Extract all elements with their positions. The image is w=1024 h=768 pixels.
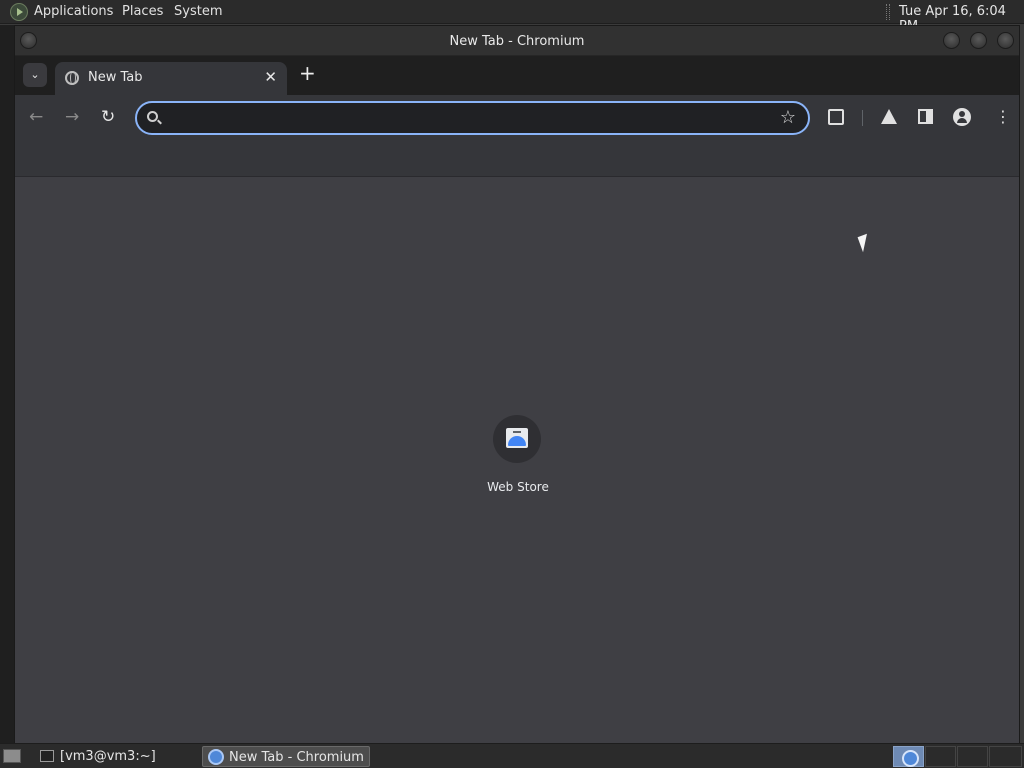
window-titlebar[interactable]: New Tab - Chromium	[15, 26, 1019, 56]
address-input[interactable]	[169, 107, 759, 129]
taskbar-item-label: New Tab - Chromium	[229, 750, 364, 765]
tab-new-tab[interactable]: New Tab ✕	[55, 62, 287, 95]
reload-button[interactable]: ↻	[101, 107, 115, 127]
bottom-taskbar: [vm3@vm3:~] New Tab - Chromium	[0, 743, 1024, 768]
tab-close-button[interactable]: ✕	[264, 68, 277, 86]
side-panel-icon[interactable]	[918, 109, 933, 124]
applications-logo-icon[interactable]	[10, 3, 28, 21]
forward-button[interactable]: →	[65, 107, 79, 127]
new-tab-button[interactable]: +	[299, 61, 316, 85]
chromium-icon	[208, 749, 224, 765]
address-bar[interactable]: ☆	[135, 101, 810, 135]
back-button[interactable]: ←	[29, 107, 43, 127]
new-tab-page: Web Store	[15, 177, 1019, 744]
tab-search-button[interactable]: ⌄	[23, 63, 47, 87]
workspace-2[interactable]	[925, 746, 956, 767]
web-store-icon	[506, 428, 528, 448]
bookmarks-bar	[15, 141, 1019, 177]
system-menu[interactable]: System	[174, 4, 222, 19]
profile-avatar-icon[interactable]	[953, 108, 971, 126]
shortcut-tile[interactable]	[493, 415, 541, 463]
workspace-3[interactable]	[957, 746, 988, 767]
taskbar-item-label: [vm3@vm3:~]	[60, 749, 156, 764]
toolbar-divider	[862, 110, 863, 126]
show-desktop-icon[interactable]	[3, 749, 21, 763]
window-title: New Tab - Chromium	[449, 34, 585, 49]
globe-icon	[65, 71, 79, 85]
tab-strip: ⌄ New Tab ✕ +	[15, 56, 1019, 95]
bookmark-star-icon[interactable]: ☆	[780, 107, 796, 128]
more-menu-icon[interactable]: ⋮	[995, 107, 1011, 126]
desktop-edge	[0, 25, 14, 743]
workspace-1[interactable]	[893, 746, 924, 767]
shortcut-label: Web Store	[487, 480, 549, 494]
taskbar-item-terminal[interactable]: [vm3@vm3:~]	[34, 746, 194, 767]
labs-flask-icon[interactable]	[881, 109, 897, 124]
panel-handle-icon	[886, 4, 890, 20]
browser-window: New Tab - Chromium ⌄ New Tab ✕ + ← → ↻ ☆…	[14, 25, 1020, 744]
maximize-button[interactable]	[970, 32, 987, 49]
terminal-icon	[40, 750, 54, 762]
close-window-button[interactable]	[997, 32, 1014, 49]
browser-toolbar: ← → ↻ ☆ ⋮	[15, 95, 1019, 141]
search-icon	[147, 111, 158, 122]
chevron-down-icon: ⌄	[30, 68, 40, 81]
shortcut-web-store[interactable]: Web Store	[473, 415, 563, 505]
minimize-button[interactable]	[943, 32, 960, 49]
workspace-4[interactable]	[989, 746, 1022, 767]
extensions-puzzle-icon[interactable]	[828, 109, 844, 125]
taskbar-item-chromium[interactable]: New Tab - Chromium	[202, 746, 370, 767]
places-menu[interactable]: Places	[122, 4, 163, 19]
top-panel: Applications Places System Tue Apr 16, 6…	[0, 0, 1024, 34]
applications-menu[interactable]: Applications	[34, 4, 113, 19]
tab-label: New Tab	[88, 70, 143, 85]
